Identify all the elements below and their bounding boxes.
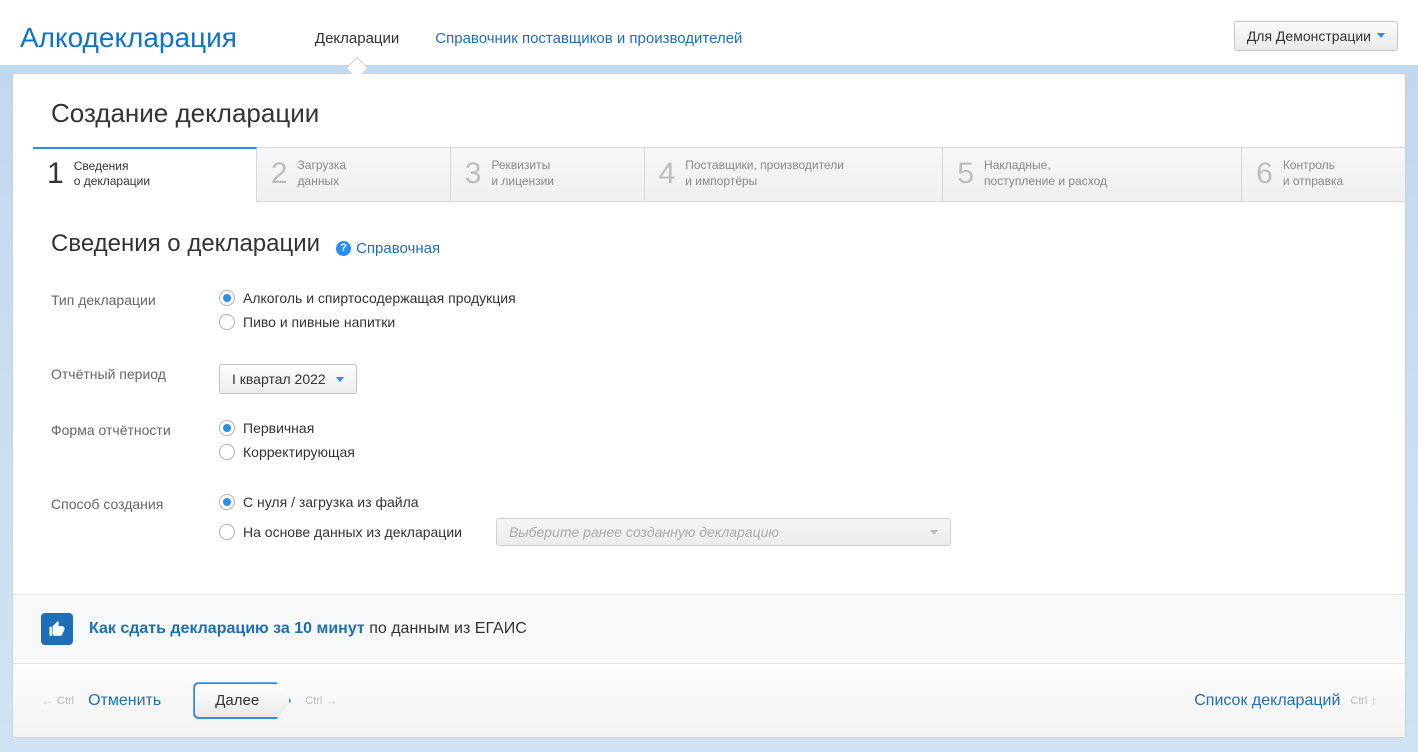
radio-method-scratch[interactable]: С нуля / загрузка из файла — [219, 494, 1367, 510]
step-3[interactable]: 3 Реквизитыи лицензии — [451, 147, 645, 202]
radio-icon — [219, 290, 235, 306]
step-number: 2 — [271, 159, 288, 189]
field-period: I квартал 2022 — [219, 364, 1367, 394]
step-number: 6 — [1256, 159, 1273, 189]
step-5[interactable]: 5 Накладные,поступление и расход — [943, 147, 1242, 202]
based-select-placeholder: Выберите ранее созданную декларацию — [509, 524, 779, 540]
radio-label: Алкоголь и спиртосодержащая продукция — [243, 290, 516, 306]
user-dropdown[interactable]: Для Демонстрации — [1234, 21, 1398, 51]
footer-right: Список деклараций Ctrl ↑ — [1194, 692, 1377, 710]
nav-tab-suppliers[interactable]: Справочник поставщиков и производителей — [417, 30, 760, 65]
help-icon: ? — [336, 241, 351, 256]
chevron-down-icon — [336, 377, 344, 382]
declarations-list-link[interactable]: Список деклараций — [1194, 692, 1340, 710]
row-period: Отчётный период I квартал 2022 — [51, 364, 1367, 394]
section-title: Сведения о декларации — [51, 230, 320, 258]
row-type: Тип декларации Алкоголь и спиртосодержащ… — [51, 290, 1367, 338]
radio-icon — [219, 314, 235, 330]
topbar: Алкодекларация Декларации Справочник пос… — [0, 0, 1418, 65]
label-kind: Форма отчётности — [51, 420, 219, 468]
step-label: Поставщики, производителии импортёры — [685, 158, 844, 189]
label-period: Отчётный период — [51, 364, 219, 394]
wizard-steps: 1 Сведенияо декларации 2 Загрузкаданных … — [13, 147, 1405, 202]
step-label: Накладные,поступление и расход — [984, 158, 1107, 189]
step-6[interactable]: 6 Контрольи отправка — [1242, 147, 1405, 202]
step-4[interactable]: 4 Поставщики, производителии импортёры — [645, 147, 944, 202]
row-kind: Форма отчётности Первичная Корректирующа… — [51, 420, 1367, 468]
step-label: Загрузкаданных — [298, 158, 347, 189]
label-method: Способ создания — [51, 494, 219, 554]
arrow-right-icon: → — [325, 693, 338, 708]
step-label: Сведенияо декларации — [74, 159, 150, 190]
radio-type-beer[interactable]: Пиво и пивные напитки — [219, 314, 1367, 330]
promo-banner: Как сдать декларацию за 10 минут по данн… — [13, 594, 1405, 663]
nav-tabs: Декларации Справочник поставщиков и прои… — [297, 6, 761, 65]
radio-label: Первичная — [243, 420, 314, 436]
radio-icon — [219, 444, 235, 460]
step-number: 1 — [47, 159, 64, 189]
arrow-left-icon: ← — [41, 693, 54, 708]
radio-type-alcohol[interactable]: Алкоголь и спиртосодержащая продукция — [219, 290, 1367, 306]
thumbs-up-icon — [41, 613, 73, 645]
step-2[interactable]: 2 Загрузкаданных — [257, 147, 451, 202]
user-dropdown-label: Для Демонстрации — [1247, 28, 1371, 44]
radio-label: Пиво и пивные напитки — [243, 314, 395, 330]
app-title: Алкодекларация — [20, 18, 237, 54]
cancel-link[interactable]: Отменить — [88, 692, 161, 710]
step-label: Контрольи отправка — [1283, 158, 1343, 189]
hint-prev: ← Ctrl — [41, 693, 74, 708]
label-type: Тип декларации — [51, 290, 219, 338]
step-1[interactable]: 1 Сведенияо декларации — [33, 147, 257, 202]
radio-label: На основе данных из декларации — [243, 524, 462, 540]
radio-icon — [219, 494, 235, 510]
row-method: Способ создания С нуля / загрузка из фай… — [51, 494, 1367, 554]
nav-tab-declarations[interactable]: Декларации — [297, 30, 417, 65]
hint-next: Ctrl → — [305, 693, 338, 708]
radio-label: С нуля / загрузка из файла — [243, 494, 419, 510]
promo-text[interactable]: Как сдать декларацию за 10 минут по данн… — [89, 620, 527, 638]
radio-icon — [219, 420, 235, 436]
section-title-row: Сведения о декларации ? Справочная — [51, 230, 1367, 258]
chevron-down-icon — [930, 530, 938, 535]
main-panel: Создание декларации 1 Сведенияо декларац… — [12, 73, 1406, 738]
based-declaration-select: Выберите ранее созданную декларацию — [496, 518, 951, 546]
radio-kind-correcting[interactable]: Корректирующая — [219, 444, 1367, 460]
help-link[interactable]: ? Справочная — [336, 240, 440, 257]
radio-label: Корректирующая — [243, 444, 355, 460]
page-title: Создание декларации — [13, 74, 1405, 147]
next-button[interactable]: Далее — [193, 682, 291, 719]
period-select[interactable]: I квартал 2022 — [219, 364, 357, 394]
radio-icon — [219, 524, 235, 540]
radio-kind-primary[interactable]: Первичная — [219, 420, 1367, 436]
promo-link: Как сдать декларацию за 10 минут — [89, 620, 365, 637]
promo-suffix: по данным из ЕГАИС — [365, 620, 527, 637]
step-label: Реквизитыи лицензии — [491, 158, 554, 189]
radio-method-based[interactable]: На основе данных из декларации Выберите … — [219, 518, 1367, 546]
step-number: 4 — [659, 159, 676, 189]
chevron-down-icon — [1377, 33, 1385, 38]
arrow-up-icon: ↑ — [1371, 693, 1378, 708]
help-link-label: Справочная — [356, 240, 440, 257]
step-number: 3 — [465, 159, 482, 189]
step-number: 5 — [957, 159, 974, 189]
hint-up: Ctrl ↑ — [1350, 693, 1377, 708]
field-type: Алкоголь и спиртосодержащая продукция Пи… — [219, 290, 1367, 338]
field-kind: Первичная Корректирующая — [219, 420, 1367, 468]
field-method: С нуля / загрузка из файла На основе дан… — [219, 494, 1367, 554]
content: Сведения о декларации ? Справочная Тип д… — [13, 202, 1405, 594]
period-select-value: I квартал 2022 — [232, 371, 326, 387]
footer: ← Ctrl Отменить Далее Ctrl → Список декл… — [13, 663, 1405, 737]
